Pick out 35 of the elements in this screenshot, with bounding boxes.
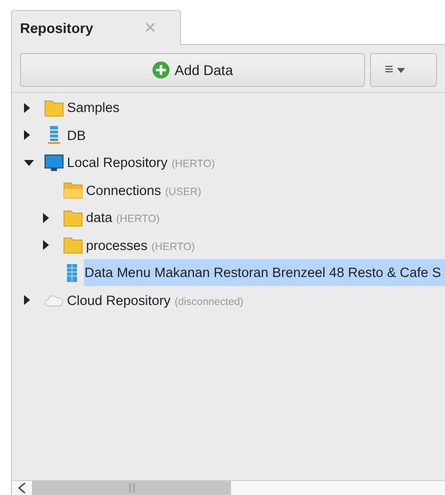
collapsed-arrow-icon[interactable] <box>24 295 30 306</box>
caret-icon <box>397 68 406 72</box>
expanded-arrow-icon[interactable] <box>24 160 34 166</box>
item-note: (HERTO) <box>172 157 215 172</box>
tree-item[interactable]: processes (HERTO) <box>85 232 199 259</box>
item-note: (disconnected) <box>174 294 244 310</box>
collapsed-arrow-icon[interactable] <box>43 212 49 223</box>
table-icon <box>64 262 79 283</box>
horizontal-scrollbar[interactable] <box>12 480 445 495</box>
folder-icon <box>63 236 83 254</box>
scrollbar-thumb[interactable] <box>32 481 231 495</box>
item-note: (HERTO) <box>116 212 160 228</box>
menu-button[interactable]: ≡ <box>370 53 437 87</box>
tree-item[interactable]: data (HERTO) <box>85 204 164 232</box>
monitor-icon <box>44 154 64 172</box>
tab-label: Repository <box>20 18 94 38</box>
item-note: (USER) <box>165 184 202 200</box>
tree-item[interactable]: Samples <box>66 94 124 122</box>
collapsed-arrow-icon[interactable] <box>24 130 30 140</box>
tree-item[interactable]: Local Repository (HERTO) <box>66 149 219 176</box>
repository-tab[interactable]: Repository × <box>11 10 181 45</box>
tree-item[interactable]: Data Menu Makanan Restoran Brenzeel 48 Resto & Cafe S <box>84 259 445 286</box>
tree-item[interactable]: Cloud Repository (disconnected) <box>66 286 248 314</box>
folder-icon <box>63 181 83 200</box>
add-data-button[interactable]: Add Data <box>20 53 365 87</box>
plus-icon <box>152 61 170 79</box>
folder-icon <box>63 208 83 227</box>
cloud-icon <box>44 293 64 308</box>
collapsed-arrow-icon[interactable] <box>24 102 30 113</box>
folder-icon <box>44 98 64 117</box>
item-note: (HERTO) <box>152 240 195 255</box>
collapsed-arrow-icon[interactable] <box>43 240 49 250</box>
tree-item[interactable]: Connections (USER) <box>85 176 206 204</box>
tree-item[interactable]: DB <box>66 122 90 149</box>
server-icon <box>47 125 61 146</box>
